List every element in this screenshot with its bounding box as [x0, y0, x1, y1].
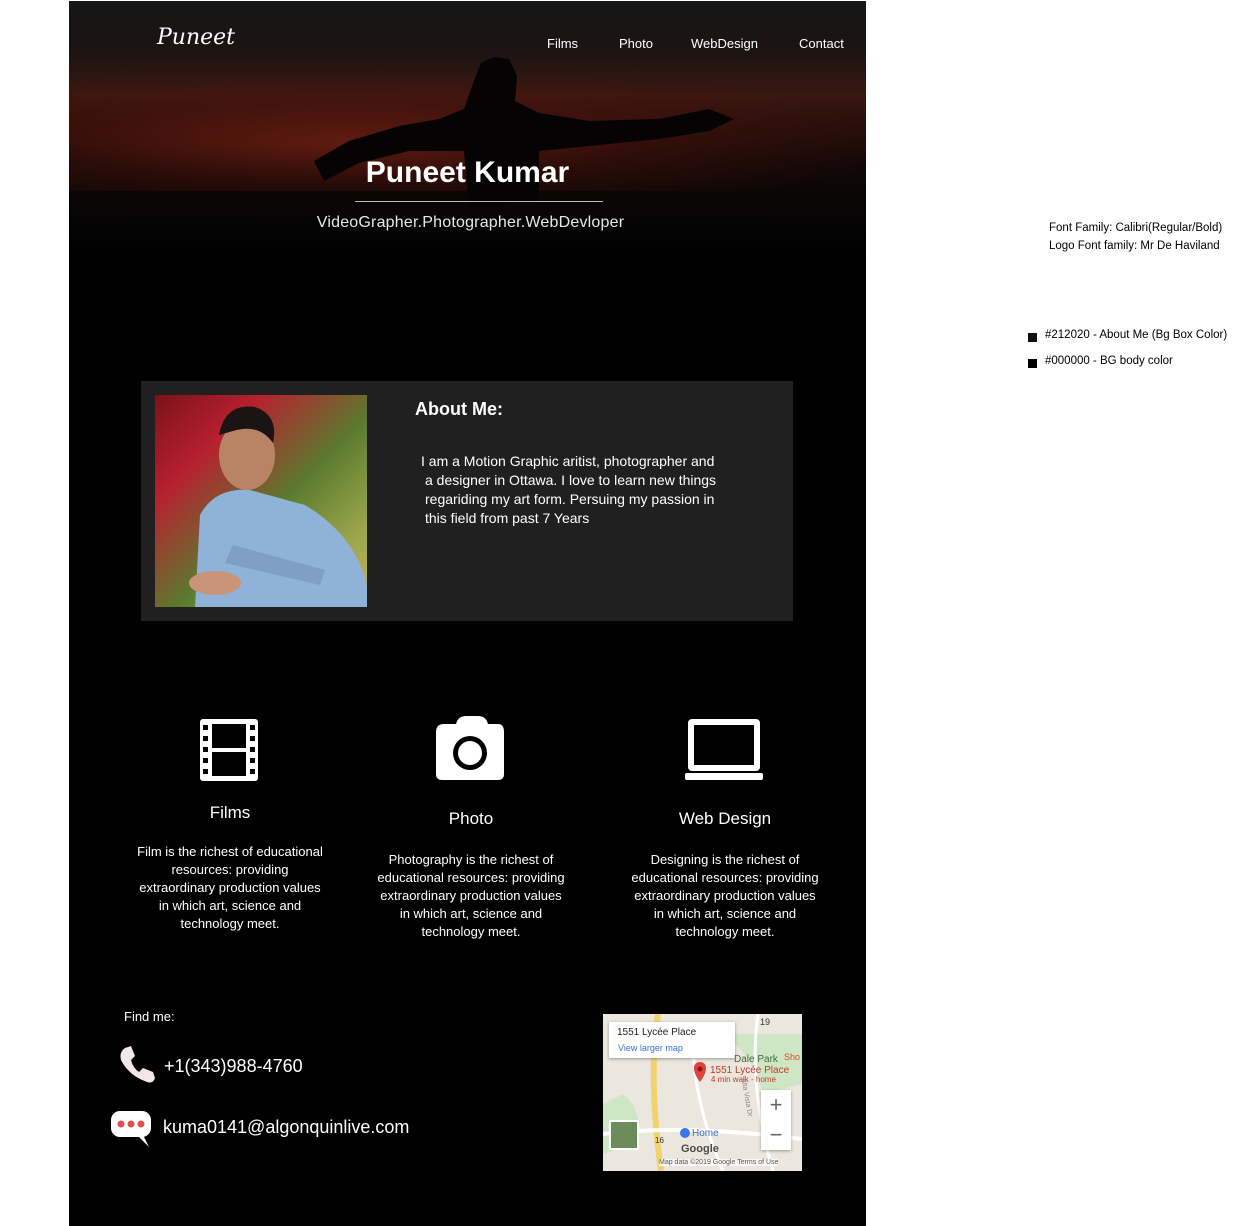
color-swatch-body	[1028, 359, 1037, 368]
map-zoom-controls: + −	[761, 1090, 791, 1150]
desc-line: Film is the richest of educational	[137, 844, 323, 859]
desc-line: educational resources: providing	[631, 870, 819, 885]
map-road-label: 19	[760, 1017, 771, 1027]
nav-photo[interactable]: Photo	[619, 36, 653, 51]
find-me-label: Find me:	[124, 1009, 175, 1024]
desc-line: extraordinary production values	[380, 888, 562, 903]
zoom-in-button[interactable]: +	[761, 1090, 791, 1120]
main-nav: Films Photo WebDesign Contact	[69, 36, 866, 56]
desc-line: technology meet.	[421, 924, 521, 939]
zoom-out-button[interactable]: −	[761, 1120, 791, 1150]
nav-contact[interactable]: Contact	[799, 36, 844, 51]
profile-photo	[155, 395, 367, 607]
portfolio-page: Puneet Films Photo WebDesign Contact Pun…	[69, 1, 866, 1226]
about-line: I am a Motion Graphic aritist, photograp…	[421, 453, 715, 469]
service-title: Photo	[448, 809, 494, 828]
chat-icon	[109, 1109, 153, 1154]
about-line: this field from past 7 Years	[425, 510, 590, 526]
hero-subtitle: VideoGrapher.Photographer.WebDevloper	[316, 214, 625, 231]
service-title: Films	[209, 803, 251, 822]
service-webdesign: Web Design Designing is the richest of e…	[610, 711, 840, 941]
map-home-label: Home	[692, 1128, 719, 1139]
phone-number[interactable]: +1(343)988-4760	[164, 1056, 303, 1077]
color-note-about: #212020 - About Me (Bg Box Color)	[1045, 329, 1228, 341]
film-icon	[200, 711, 260, 786]
nav-webdesign[interactable]: WebDesign	[691, 36, 758, 51]
location-map[interactable]: 1551 Lycée Place View larger map 19 16 D…	[603, 1014, 802, 1171]
color-swatch-about	[1028, 333, 1037, 342]
map-road-label: 16	[655, 1136, 664, 1145]
service-description: Film is the richest of educational resou…	[115, 843, 345, 933]
nav-films[interactable]: Films	[547, 36, 578, 51]
map-info-card: 1551 Lycée Place View larger map	[609, 1022, 735, 1058]
desc-line: in which art, science and	[399, 906, 543, 921]
desc-line: educational resources: providing	[377, 870, 565, 885]
about-line: regariding my art form. Persuing my pass…	[425, 491, 715, 507]
hero-banner: Puneet Films Photo WebDesign Contact Pun…	[69, 1, 866, 263]
about-box: About Me: I am a Motion Graphic aritist,…	[141, 381, 793, 621]
email-address[interactable]: kuma0141@algonquinlive.com	[163, 1117, 409, 1138]
hero-divider	[355, 201, 603, 202]
service-title: Web Design	[678, 809, 772, 828]
about-line: a designer in Ottawa. I love to learn ne…	[425, 472, 717, 488]
about-title: About Me:	[415, 399, 503, 419]
desc-line: resources: providing	[171, 862, 289, 877]
profile-figure	[189, 406, 367, 607]
service-description: Designing is the richest of educational …	[610, 851, 840, 941]
service-photo: Photo Photography is the richest of educ…	[356, 711, 586, 941]
desc-line: Photography is the richest of	[388, 852, 554, 867]
laptop-icon	[685, 711, 765, 786]
camera-icon	[436, 711, 506, 786]
about-text: I am a Motion Graphic aritist, photograp…	[421, 452, 765, 528]
desc-line: Designing is the richest of	[650, 852, 800, 867]
phone-row[interactable]: +1(343)988-4760	[119, 1044, 303, 1089]
color-note-body: #000000 - BG body color	[1045, 355, 1173, 367]
map-place-label: Sho	[784, 1052, 801, 1062]
map-place-label: Dale Park	[734, 1054, 778, 1065]
map-address: 1551 Lycée Place	[617, 1027, 697, 1038]
hero-name: Puneet Kumar	[365, 156, 570, 189]
desc-line: extraordinary production values	[634, 888, 816, 903]
desc-line: technology meet.	[675, 924, 775, 939]
map-footer: Map data ©2019 Google Terms of Use	[659, 1159, 779, 1166]
google-logo: Google	[681, 1143, 719, 1155]
desc-line: technology meet.	[180, 916, 280, 931]
desc-line: in which art, science and	[158, 898, 302, 913]
service-description: Photography is the richest of educationa…	[356, 851, 586, 941]
logo-font-note: Logo Font family: Mr De Haviland	[1049, 240, 1220, 252]
email-row[interactable]: kuma0141@algonquinlive.com	[109, 1109, 409, 1154]
service-films: Films Film is the richest of educational…	[115, 711, 345, 933]
desc-line: in which art, science and	[653, 906, 797, 921]
font-family-note: Font Family: Calibri(Regular/Bold)	[1049, 222, 1223, 234]
phone-icon	[119, 1044, 159, 1089]
desc-line: extraordinary production values	[139, 880, 321, 895]
view-larger-map-link[interactable]: View larger map	[618, 1043, 683, 1053]
